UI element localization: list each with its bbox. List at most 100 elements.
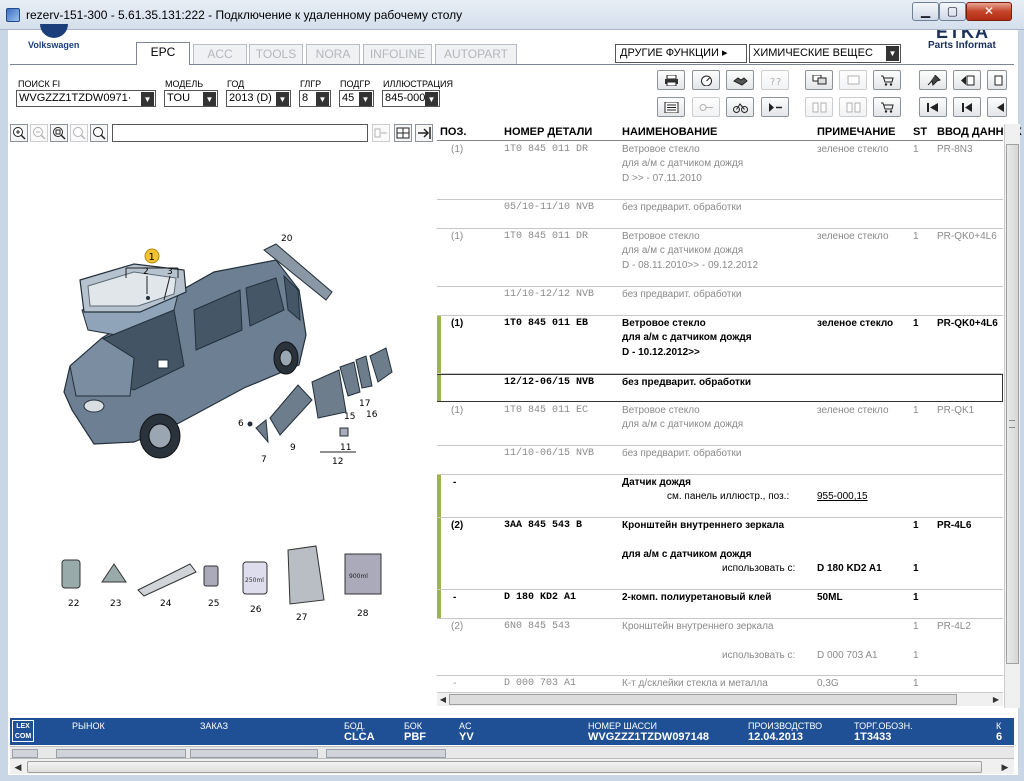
callout-9[interactable]: 9 <box>290 443 296 453</box>
chevron-down-icon[interactable]: ▼ <box>316 92 329 106</box>
callout-24[interactable]: 24 <box>160 599 172 609</box>
taskbar-item[interactable] <box>56 749 186 758</box>
table-row[interactable]: - D 000 703 A1 К-т д/склейки стекла и ме… <box>437 676 1003 690</box>
chevron-down-icon[interactable]: ▼ <box>359 92 372 106</box>
taskbar-item[interactable] <box>190 749 318 758</box>
zoom-area-button[interactable] <box>50 124 68 142</box>
handshake-button[interactable] <box>726 70 754 90</box>
sync-button[interactable] <box>372 124 390 142</box>
layout-button[interactable] <box>394 124 412 142</box>
forward-page-button[interactable] <box>987 70 1007 90</box>
vscroll-thumb[interactable] <box>1006 144 1019 664</box>
callout-20[interactable]: 20 <box>281 234 293 244</box>
table-row[interactable]: 12/12-06/15 NVB без предварит. обработки <box>437 374 1003 402</box>
taskbar-item[interactable] <box>326 749 446 758</box>
sub-group-select[interactable]: 45 ▼ <box>339 90 374 107</box>
help-button[interactable]: ?? <box>761 70 789 90</box>
zoom-search-input[interactable] <box>112 124 368 142</box>
first-page-button[interactable] <box>919 97 947 117</box>
other-functions-button[interactable]: ДРУГИЕ ФУНКЦИИ ▸ <box>615 44 747 63</box>
chevron-down-icon[interactable]: ▼ <box>276 92 289 106</box>
close-button[interactable]: ✕ <box>966 2 1012 21</box>
callout-6[interactable]: 6 <box>238 419 244 429</box>
table-row[interactable]: 11/10-12/12 NVB без предварит. обработки <box>437 287 1003 316</box>
table-row[interactable]: 05/10-11/10 NVB без предварит. обработки <box>437 200 1003 229</box>
table-row[interactable]: (1) 1T0 845 011 DR Ветровое стекло для а… <box>437 142 1003 200</box>
col-name[interactable]: НАИМЕНОВАНИЕ <box>622 126 717 138</box>
zoom-fit-button[interactable] <box>70 124 88 142</box>
chevron-down-icon[interactable]: ▼ <box>141 92 154 106</box>
zoom-out-button[interactable] <box>30 124 48 142</box>
chevron-down-icon[interactable]: ▼ <box>886 46 899 61</box>
tab-acc[interactable]: ACC <box>193 44 247 64</box>
windshield-diagram[interactable]: 1 2 3 20 6 7 9 11 12 15 16 17 250ml 900m… <box>14 160 434 630</box>
search-button[interactable] <box>90 124 108 142</box>
table-row[interactable]: (1) 1T0 845 011 DR Ветровое стекло для а… <box>437 229 1003 287</box>
scroll-right-icon[interactable]: ▶ <box>991 694 1001 705</box>
chemicals-select[interactable]: ХИМИЧЕСКИЕ ВЕЩЕС ▼ <box>749 44 901 63</box>
model-select[interactable]: TOU ▼ <box>164 90 218 107</box>
parts-illustration[interactable]: 1 2 3 20 6 7 9 11 12 15 16 17 250ml 900m… <box>14 160 434 630</box>
table-row[interactable]: - D 180 KD2 A1 2-комп. полиуретановый кл… <box>437 590 1003 619</box>
callout-27[interactable]: 27 <box>296 613 307 623</box>
illustration-select[interactable]: 845-000 ▼ <box>382 90 440 107</box>
tab-tools[interactable]: TOOLS <box>249 44 303 64</box>
maximize-button[interactable]: ▢ <box>939 2 966 21</box>
tab-autopart[interactable]: AUTOPART <box>435 44 517 64</box>
fi-search-input[interactable]: WVGZZZ1TZDW0971· ▼ <box>16 90 156 107</box>
dealer-button[interactable] <box>692 70 720 90</box>
vertical-scrollbar[interactable] <box>1004 124 1020 708</box>
callout-15[interactable]: 15 <box>344 412 355 422</box>
year-select[interactable]: 2013 (D) ▼ <box>226 90 291 107</box>
print-button[interactable] <box>657 70 685 90</box>
play-button[interactable] <box>761 97 789 117</box>
main-group-select[interactable]: 8 ▼ <box>299 90 331 107</box>
parts-hscroll-thumb[interactable] <box>449 694 957 705</box>
expand-pane-button[interactable] <box>415 124 433 142</box>
vehicle-button[interactable] <box>726 97 754 117</box>
tab-infoline[interactable]: INFOLINE <box>363 44 432 64</box>
callout-22[interactable]: 22 <box>68 599 79 609</box>
cart-button[interactable] <box>873 70 901 90</box>
callout-16[interactable]: 16 <box>366 410 378 420</box>
callout-1[interactable]: 1 <box>149 252 155 263</box>
window-horizontal-scrollbar[interactable]: ◀ ▶ <box>10 758 1014 774</box>
table-row[interactable]: (1) 1T0 845 011 EC Ветровое стекло для а… <box>437 403 1003 446</box>
callout-3[interactable]: 3 <box>167 267 173 277</box>
list-button[interactable] <box>657 97 685 117</box>
callout-7[interactable]: 7 <box>261 455 267 465</box>
callout-2[interactable]: 2 <box>143 267 149 277</box>
scroll-left-icon[interactable]: ◀ <box>11 760 25 774</box>
callout-12[interactable]: 12 <box>332 457 343 467</box>
cart-add-button[interactable] <box>873 97 901 117</box>
callout-23[interactable]: 23 <box>110 599 121 609</box>
prev-page-button[interactable] <box>953 97 981 117</box>
chevron-down-icon[interactable]: ▼ <box>425 92 438 106</box>
callout-28[interactable]: 28 <box>357 609 369 619</box>
depot-button[interactable] <box>839 70 867 90</box>
key-button[interactable] <box>692 97 720 117</box>
tab-nora[interactable]: NORA <box>306 44 360 64</box>
next-page-button[interactable] <box>987 97 1007 117</box>
table-row[interactable]: (2) 6N0 845 543 Кронштейн внутреннего зе… <box>437 619 1003 676</box>
zoom-in-button[interactable] <box>10 124 28 142</box>
elsa-button[interactable] <box>805 70 833 90</box>
row-use-with-value[interactable]: D 000 703 A1 <box>817 649 878 664</box>
row-use-with-value[interactable]: D 180 KD2 A1 <box>817 562 882 577</box>
transfer-button[interactable] <box>839 97 867 117</box>
chevron-down-icon[interactable]: ▼ <box>203 92 216 106</box>
callout-25[interactable]: 25 <box>208 599 219 609</box>
parts-horizontal-scrollbar[interactable]: ◀ ▶ <box>437 692 1003 706</box>
back-page-button[interactable] <box>953 70 981 90</box>
table-row-selected[interactable]: (1) 1T0 845 011 EB Ветровое стекло для а… <box>437 316 1003 374</box>
col-note[interactable]: ПРИМЕЧАНИЕ <box>817 126 896 138</box>
compare-button[interactable] <box>805 97 833 117</box>
window-hscroll-thumb[interactable] <box>27 761 982 773</box>
table-row[interactable]: - Датчик дождя см. панель иллюстр., поз.… <box>437 475 1003 518</box>
col-part-number[interactable]: НОМЕР ДЕТАЛИ <box>504 126 592 138</box>
taskbar-item[interactable] <box>12 749 38 758</box>
callout-26[interactable]: 26 <box>250 605 262 615</box>
table-row[interactable]: (2) 3AA 845 543 B Кронштейн внутреннего … <box>437 518 1003 590</box>
title-bar[interactable]: rezerv-151-300 - 5.61.35.131:222 - Подкл… <box>0 0 1024 30</box>
minimize-button[interactable]: ▁ <box>912 2 939 21</box>
